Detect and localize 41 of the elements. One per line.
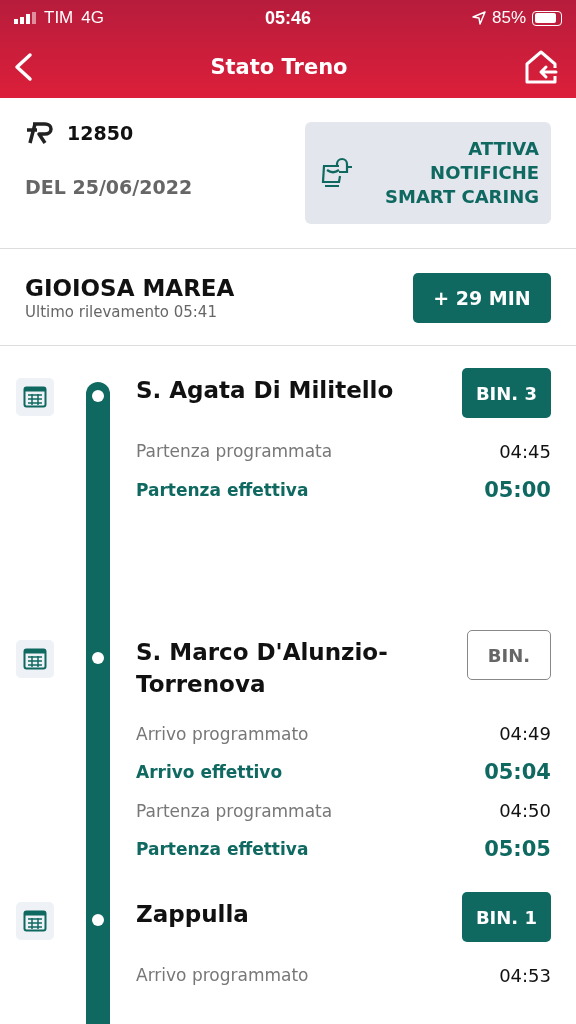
calendar-icon[interactable] <box>16 378 54 416</box>
calendar-icon[interactable] <box>16 640 54 678</box>
time-label: Partenza effettiva <box>136 479 309 500</box>
signal-icon <box>14 12 36 24</box>
platform-badge: BIN. <box>467 630 551 680</box>
device-lock-icon <box>319 156 355 190</box>
time-label: Partenza programmata <box>136 441 333 462</box>
delay-badge: + 29 MIN <box>413 273 551 323</box>
train-brand-icon <box>25 122 53 144</box>
time-label: Arrivo effettivo <box>136 762 283 783</box>
carrier-name: TIM <box>44 8 74 28</box>
time-value: 05:04 <box>484 760 551 785</box>
time-value: 04:53 <box>499 964 551 986</box>
time-label: Arrivo programmato <box>136 965 309 986</box>
back-button[interactable] <box>12 52 34 82</box>
stop-name: S. Agata Di Militello <box>136 376 395 405</box>
last-update: Ultimo rilevamento 05:41 <box>25 303 218 321</box>
location-icon <box>472 11 486 25</box>
notifications-button[interactable]: ATTIVA NOTIFICHE SMART CARING <box>305 122 551 224</box>
current-station: GIOIOSA MAREA <box>25 275 235 301</box>
time-value: 04:45 <box>499 440 551 462</box>
time-value: 04:49 <box>499 723 551 745</box>
time-label: Partenza effettiva <box>136 839 309 860</box>
battery-icon <box>532 10 562 26</box>
time-label: Arrivo programmato <box>136 723 309 744</box>
stop-name: S. Marco D'Alunzio-Torrenova <box>136 638 389 700</box>
platform-badge: BIN. 3 <box>461 368 551 418</box>
screen-title: Stato Treno <box>210 55 348 79</box>
time-value: 05:00 <box>484 477 551 502</box>
calendar-icon[interactable] <box>16 902 54 940</box>
time-value: 04:50 <box>499 800 551 822</box>
platform-badge: BIN. 1 <box>461 892 551 942</box>
time-label: Partenza programmata <box>136 800 333 821</box>
travel-date: DEL 25/06/2022 <box>25 176 193 198</box>
home-exit-button[interactable] <box>524 49 558 85</box>
stop-name: Zappulla <box>136 900 250 929</box>
train-number: 12850 <box>67 122 134 144</box>
clock: 05:46 <box>265 7 312 29</box>
battery-percent: 85% <box>492 8 526 28</box>
time-value: 05:05 <box>484 837 551 862</box>
network-type: 4G <box>81 8 104 28</box>
